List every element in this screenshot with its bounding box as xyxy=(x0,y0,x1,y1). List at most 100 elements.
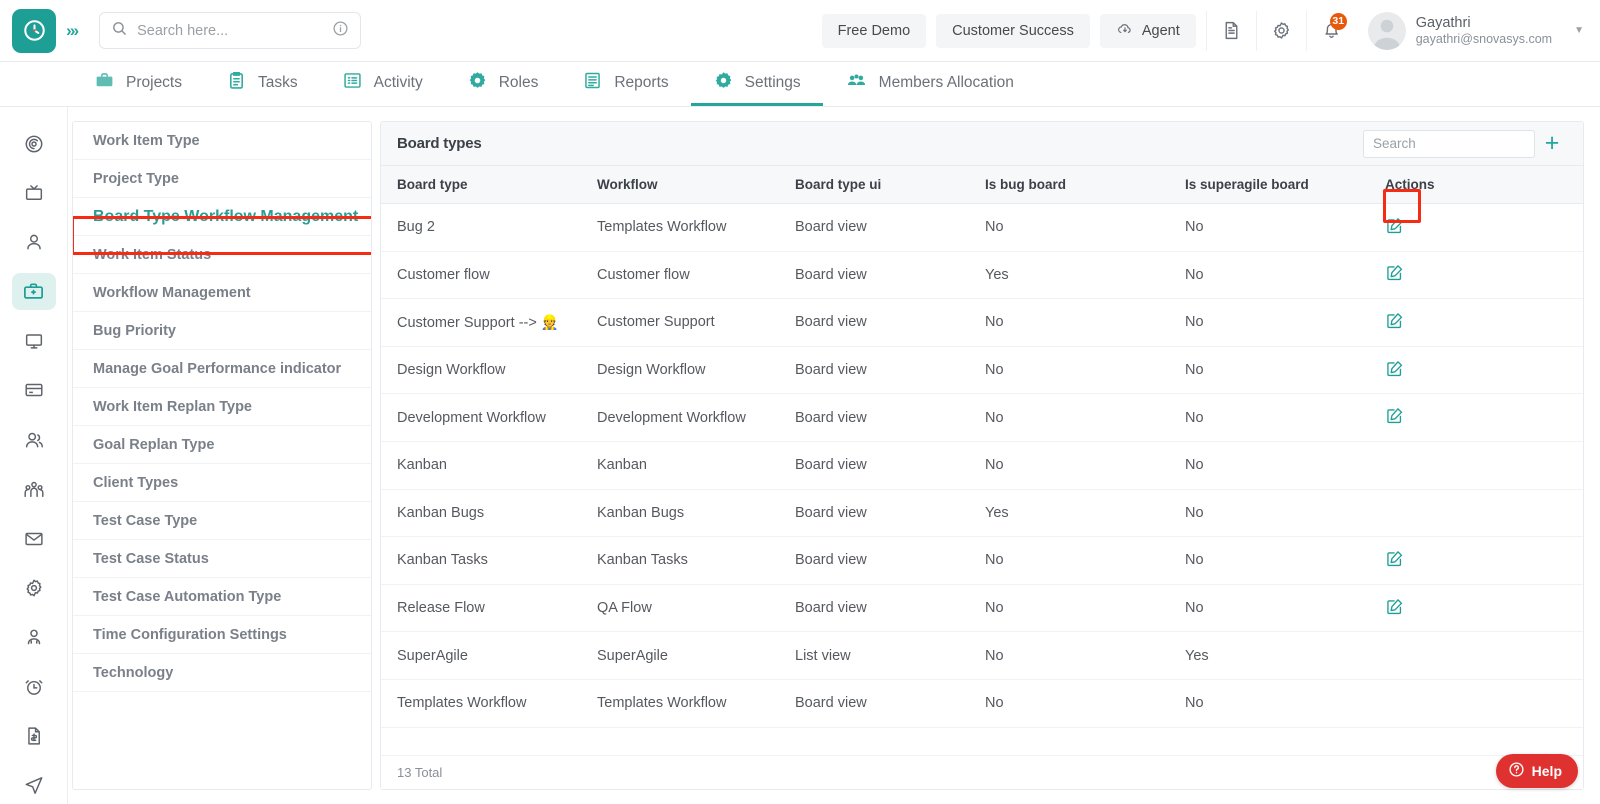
tab-members-allocation[interactable]: Members Allocation xyxy=(823,62,1036,106)
rail-briefcase-icon[interactable] xyxy=(11,273,56,311)
rail-alarm-icon[interactable] xyxy=(12,668,56,705)
col-is-superagile-board[interactable]: Is superagile board xyxy=(1169,166,1369,204)
rail-settings-icon[interactable] xyxy=(12,569,56,606)
list-box-icon xyxy=(342,70,363,96)
rail-contact-icon[interactable] xyxy=(12,619,56,656)
table-row[interactable]: Templates Workflow Templates Workflow Boar… xyxy=(381,679,1583,728)
edit-icon[interactable] xyxy=(1385,359,1404,378)
rail-tv-icon[interactable] xyxy=(12,174,56,211)
agent-button[interactable]: Agent xyxy=(1099,13,1196,48)
user-menu[interactable]: Gayathri gayathri@snovasys.com ▼ xyxy=(1356,11,1600,50)
table-footer: 13 Total xyxy=(381,755,1583,789)
customer-success-button[interactable]: Customer Success xyxy=(936,13,1090,48)
edit-icon[interactable] xyxy=(1385,216,1404,235)
help-button[interactable]: Help xyxy=(1495,754,1578,788)
edit-icon[interactable] xyxy=(1385,311,1404,330)
global-search[interactable] xyxy=(99,12,362,49)
edit-icon[interactable] xyxy=(1385,597,1404,616)
cell-board-type-ui: Board view xyxy=(779,489,969,538)
settings-menu-item[interactable]: Manage Goal Performance indicator xyxy=(73,350,371,388)
board-types-panel: Board types + Board type xyxy=(380,121,1584,790)
table-row[interactable]: Design Workflow Design Workflow Board view… xyxy=(381,346,1583,395)
question-circle-icon xyxy=(1508,761,1525,781)
table-body: Bug 2 Templates Workflow Board view No No Cus… xyxy=(381,203,1583,728)
user-info: Gayathri gayathri@snovasys.com xyxy=(1416,14,1552,48)
settings-menu-item[interactable]: Bug Priority xyxy=(73,312,371,350)
panel-search-input[interactable] xyxy=(1363,129,1535,158)
edit-icon[interactable] xyxy=(1385,549,1404,568)
tab-activity[interactable]: Activity xyxy=(320,62,445,106)
rail-dashboard-icon[interactable] xyxy=(12,125,56,162)
rail-send-icon[interactable] xyxy=(12,767,56,804)
settings-menu-item[interactable]: Test Case Automation Type xyxy=(73,578,371,616)
settings-menu-item[interactable]: Goal Replan Type xyxy=(73,426,371,464)
cell-workflow: QA Flow xyxy=(581,584,779,633)
tab-roles-label: Roles xyxy=(498,73,539,91)
table-row[interactable]: Kanban Kanban Board view No No xyxy=(381,441,1583,490)
gear-icon[interactable] xyxy=(1255,10,1306,51)
table-row[interactable]: Kanban Bugs Kanban Bugs Board view Yes No xyxy=(381,489,1583,538)
cell-actions xyxy=(1369,251,1583,300)
tab-reports[interactable]: Reports xyxy=(560,62,690,106)
icon-rail xyxy=(0,107,68,804)
cell-actions xyxy=(1369,536,1583,585)
settings-menu-item[interactable]: Client Types xyxy=(73,464,371,502)
rail-monitor-icon[interactable] xyxy=(12,322,56,359)
report-lines-icon xyxy=(582,70,603,96)
settings-menu-item[interactable]: Work Item Status xyxy=(73,236,371,274)
cell-is-superagile-board: No xyxy=(1169,679,1369,728)
col-is-bug-board[interactable]: Is bug board xyxy=(969,166,1169,204)
cell-actions xyxy=(1369,346,1583,395)
table-row[interactable]: Bug 2 Templates Workflow Board view No No xyxy=(381,203,1583,252)
rail-invoice-icon[interactable] xyxy=(12,717,56,754)
table-row[interactable]: Customer flow Customer flow Board view Yes N… xyxy=(381,251,1583,300)
edit-icon[interactable] xyxy=(1385,263,1404,282)
col-board-type[interactable]: Board type xyxy=(381,166,581,204)
cell-workflow: Customer Support xyxy=(581,298,779,347)
settings-menu-item[interactable]: Workflow Management xyxy=(73,274,371,312)
settings-menu-item[interactable]: Technology xyxy=(73,654,371,692)
rail-users-icon[interactable] xyxy=(12,421,56,458)
cell-board-type-ui: Board view xyxy=(779,679,969,728)
cell-is-bug-board: No xyxy=(969,298,1169,347)
info-circle-icon[interactable] xyxy=(332,20,349,42)
expand-sidebar-icon[interactable]: »› xyxy=(66,21,79,41)
cell-is-bug-board: No xyxy=(969,679,1169,728)
free-demo-button[interactable]: Free Demo xyxy=(821,13,927,48)
col-workflow[interactable]: Workflow xyxy=(581,166,779,204)
settings-menu-item[interactable]: Test Case Status xyxy=(73,540,371,578)
rail-mail-icon[interactable] xyxy=(12,520,56,557)
edit-icon[interactable] xyxy=(1385,406,1404,425)
cell-actions xyxy=(1369,203,1583,252)
rail-card-icon[interactable] xyxy=(12,372,56,409)
table-row[interactable]: Release Flow QA Flow Board view No No xyxy=(381,584,1583,633)
clock-logo-icon[interactable] xyxy=(12,8,56,53)
settings-menu-item[interactable]: Board Type Workflow Management xyxy=(73,198,371,236)
table-row[interactable]: SuperAgile SuperAgile List view No Yes xyxy=(381,631,1583,680)
col-board-type-ui[interactable]: Board type ui xyxy=(779,166,969,204)
table-row[interactable]: Development Workflow Development Workflow… xyxy=(381,393,1583,442)
table-row[interactable]: Kanban Tasks Kanban Tasks Board view No No xyxy=(381,536,1583,585)
tab-activity-label: Activity xyxy=(373,73,423,91)
settings-menu-item[interactable]: Time Configuration Settings xyxy=(73,616,371,654)
help-button-label: Help xyxy=(1531,763,1562,779)
settings-menu-item[interactable]: Work Item Type xyxy=(73,122,371,160)
table-row[interactable]: Customer Support --> 👷 Customer Support Bo… xyxy=(381,298,1583,347)
rail-team-icon[interactable] xyxy=(12,471,56,508)
tab-projects[interactable]: Projects xyxy=(72,62,204,106)
settings-menu-item[interactable]: Test Case Type xyxy=(73,502,371,540)
bell-icon[interactable]: 31 xyxy=(1305,10,1356,51)
rail-user-icon[interactable] xyxy=(12,224,56,261)
tab-settings[interactable]: Settings xyxy=(690,62,823,106)
tab-tasks-label: Tasks xyxy=(258,73,298,91)
settings-menu-item[interactable]: Project Type xyxy=(73,160,371,198)
document-icon[interactable] xyxy=(1205,10,1256,51)
tab-roles[interactable]: Roles xyxy=(445,62,561,106)
settings-menu-item[interactable]: Work Item Replan Type xyxy=(73,388,371,426)
search-input[interactable] xyxy=(137,22,333,39)
table-scroll-area[interactable]: Board type Workflow Board type ui Is bug… xyxy=(381,166,1583,755)
chevron-down-icon[interactable]: ▼ xyxy=(1574,25,1584,36)
tab-tasks[interactable]: Tasks xyxy=(204,62,320,106)
table-head: Board type Workflow Board type ui Is bug… xyxy=(381,166,1583,204)
add-board-type-button[interactable]: + xyxy=(1535,127,1569,161)
